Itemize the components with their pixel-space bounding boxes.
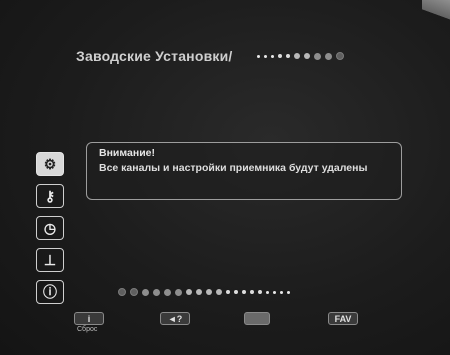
dot (273, 290, 276, 294)
bottom-dots-decoration (118, 288, 294, 296)
info-button-caption: Сброс (77, 326, 98, 333)
fav-button[interactable]: FAV (328, 312, 358, 325)
dot (118, 288, 126, 296)
sidebar-item-layout[interactable]: ⊥ (36, 248, 64, 272)
dot (264, 54, 267, 58)
warning-heading: Внимание! (99, 147, 155, 159)
dot (206, 289, 212, 295)
color-key-button[interactable] (244, 312, 270, 325)
sidebar-item-parental-lock[interactable]: ⚷ (36, 184, 64, 208)
dot (186, 289, 192, 295)
key-icon: ⚷ (44, 187, 56, 204)
dot (175, 288, 182, 296)
dot (258, 290, 262, 294)
dot (294, 53, 300, 59)
dot (153, 288, 160, 296)
audio-key-label: ◄? (167, 313, 183, 324)
sidebar-item-installation[interactable]: ⚙ (36, 152, 64, 176)
page-title: Заводские Установки/ (76, 48, 233, 64)
info-icon: ⓘ (43, 284, 57, 300)
tv-menu-screen: Заводские Установки/ ⚙ ⚷ ◷ ⊥ ⓘ Внимание!… (0, 0, 450, 355)
dot (250, 290, 254, 294)
info-key-icon: i (87, 313, 91, 324)
dot (280, 290, 283, 294)
dot (304, 53, 310, 59)
dot (216, 289, 222, 295)
dot (325, 52, 332, 60)
dot (234, 290, 238, 294)
dot (314, 52, 321, 60)
warning-dialog: Внимание! Все каналы и настройки приемни… (86, 142, 402, 200)
dot (266, 290, 269, 294)
dot (287, 290, 290, 294)
dot (286, 54, 290, 58)
dot (226, 290, 230, 294)
dot (164, 288, 171, 296)
dot (336, 52, 344, 60)
satellite-dish-icon: ⚙ (43, 155, 57, 172)
clock-icon: ◷ (43, 219, 57, 236)
warning-message: Все каналы и настройки приемника будут у… (99, 162, 368, 174)
function-key-bar: i Сброс ◄? FAV (74, 312, 374, 338)
bezel-corner (422, 0, 450, 22)
dot (257, 54, 260, 58)
layout-icon: ⊥ (43, 251, 57, 268)
sidebar-item-timer[interactable]: ◷ (36, 216, 64, 240)
dot (271, 54, 274, 58)
dot (130, 288, 138, 296)
dot (278, 54, 282, 58)
dot (142, 288, 149, 296)
title-dots-decoration (257, 52, 348, 60)
sidebar-menu: ⚙ ⚷ ◷ ⊥ ⓘ (36, 152, 72, 312)
fav-key-label: FAV (334, 313, 352, 324)
info-button[interactable]: i (74, 312, 104, 325)
dot (196, 289, 202, 295)
sidebar-item-info[interactable]: ⓘ (36, 280, 64, 304)
audio-button[interactable]: ◄? (160, 312, 190, 325)
dot (242, 290, 246, 294)
